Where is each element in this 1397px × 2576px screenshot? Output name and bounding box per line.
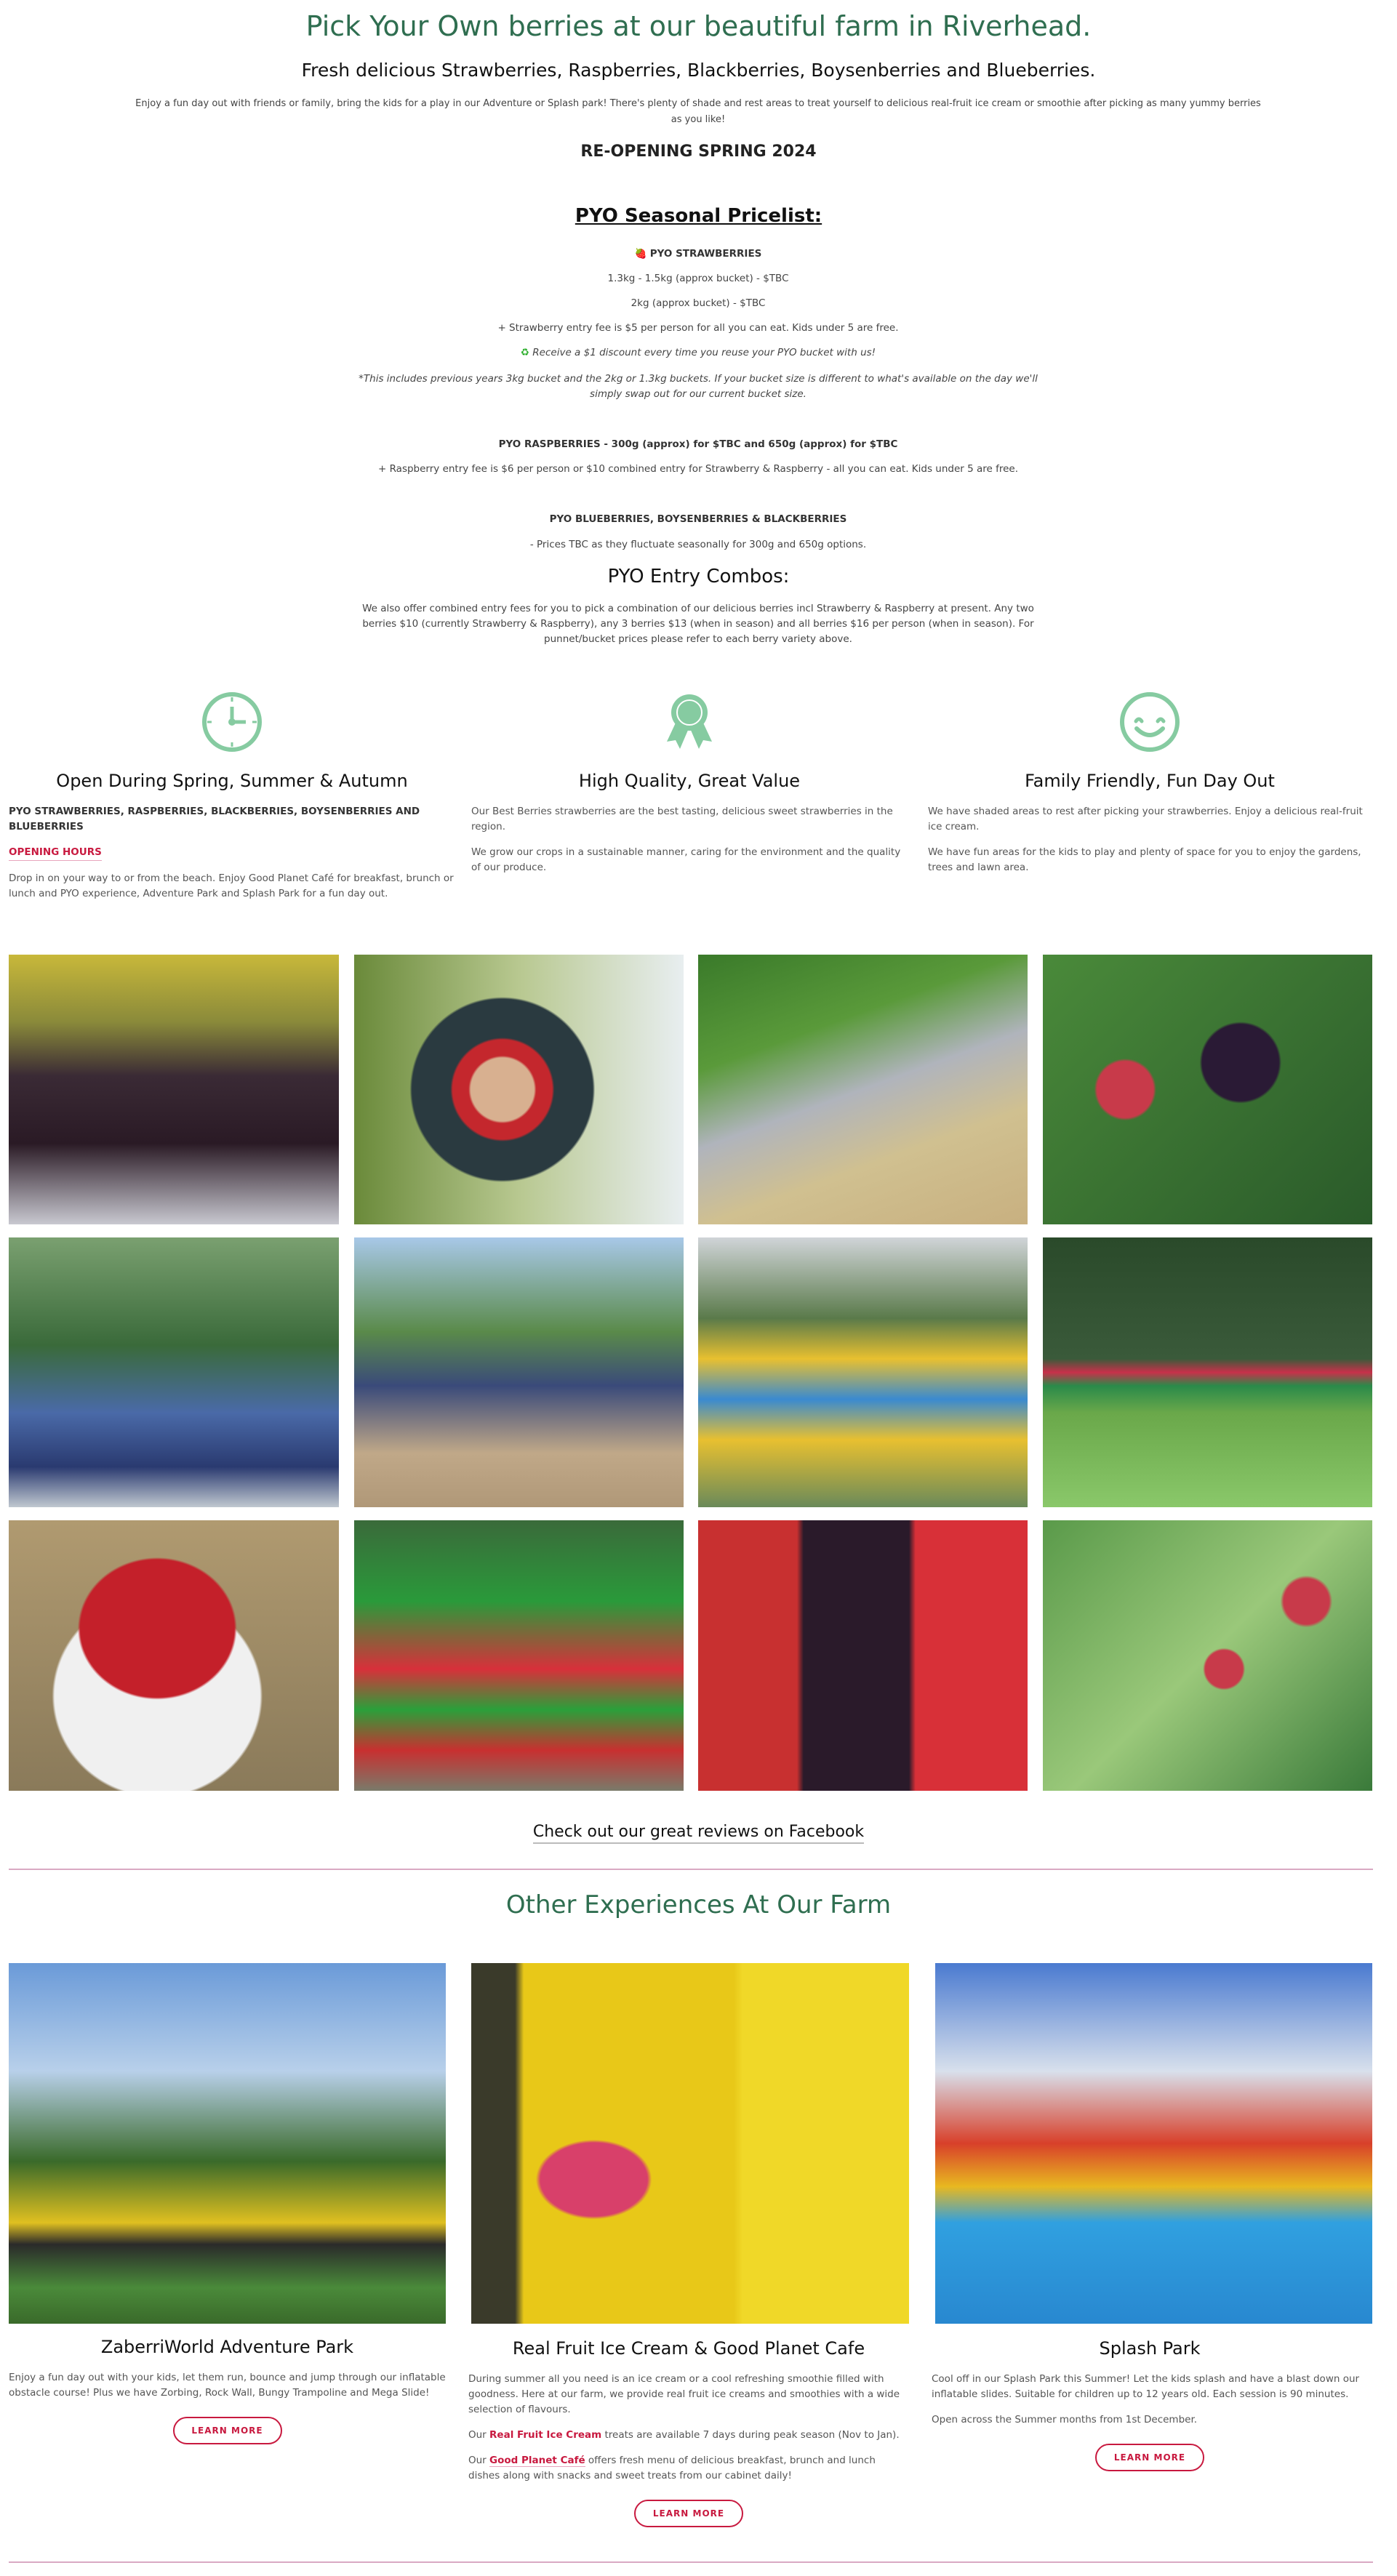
combos-title: PYO Entry Combos: [607, 566, 790, 587]
reopening-notice: RE-OPENING SPRING 2024 [580, 143, 817, 161]
other-berries-heading: PYO BLUEBERRIES, BOYSENBERRIES & BLACKBE… [549, 513, 847, 525]
learn-more-button[interactable]: LEARN MORE [634, 2500, 743, 2527]
feature-text: Drop in on your way to or from the beach… [9, 872, 454, 899]
other-berries-prices: - Prices TBC as they fluctuate seasonall… [529, 539, 867, 550]
gallery-photo[interactable] [9, 1520, 339, 1791]
experience-title: Real Fruit Ice Cream & Good Planet Cafe [512, 2338, 865, 2359]
gallery-photo[interactable] [9, 1237, 339, 1507]
feature-text: We have shaded areas to rest after picki… [928, 806, 1363, 832]
experience-title: Splash Park [1099, 2338, 1201, 2359]
good-planet-cafe-link[interactable]: Good Planet Café [489, 2455, 585, 2467]
page-subtitle: Fresh delicious Strawberries, Raspberrie… [301, 60, 1096, 81]
experience-ice-cream-cafe: Real Fruit Ice Cream & Good Planet Cafe … [468, 2338, 909, 2527]
feature-quality: High Quality, Great Value Our Best Berri… [471, 691, 908, 886]
strawberries-heading: 🍓 PYO STRAWBERRIES [634, 248, 762, 260]
gallery-photo[interactable] [698, 955, 1028, 1224]
gallery-photo[interactable] [698, 1520, 1028, 1791]
learn-more-button[interactable]: LEARN MORE [1095, 2444, 1204, 2471]
section-divider [9, 1869, 1373, 1870]
feature-text: Our Best Berries strawberries are the be… [471, 806, 893, 832]
gallery-photo[interactable] [354, 1237, 684, 1507]
feature-title: Family Friendly, Fun Day Out [1025, 771, 1275, 791]
other-experiences-title: Other Experiences At Our Farm [505, 1890, 892, 1919]
recycle-icon: ♻ [520, 347, 529, 358]
adventure-park-photo[interactable] [9, 1963, 446, 2324]
page-title: Pick Your Own berries at our beautiful f… [305, 10, 1092, 42]
bucket-note: *This includes previous years 3kg bucket… [359, 373, 1038, 400]
experience-text: Cool off in our Splash Park this Summer!… [932, 2373, 1360, 2400]
opening-hours-link[interactable]: OPENING HOURS [9, 845, 102, 861]
pricelist-title: PYO Seasonal Pricelist: [575, 205, 822, 227]
gallery-photo[interactable] [1043, 955, 1372, 1224]
gallery-photo[interactable] [698, 1237, 1028, 1507]
experience-text: Our Good Planet Café offers fresh menu o… [468, 2455, 876, 2481]
strawberry-price-line: 2kg (approx bucket) - $TBC [631, 297, 766, 309]
ice-cream-photo[interactable] [471, 1963, 909, 2324]
experience-text: Our Real Fruit Ice Cream treats are avai… [468, 2429, 900, 2441]
splash-park-photo[interactable] [935, 1963, 1372, 2324]
combos-text: We also offer combined entry fees for yo… [362, 603, 1034, 645]
experience-text: During summer all you need is an ice cre… [468, 2373, 900, 2415]
gallery-photo[interactable] [354, 1520, 684, 1791]
raspberries-heading: PYO RASPBERRIES - 300g (approx) for $TBC… [498, 438, 898, 450]
award-ribbon-icon [667, 694, 712, 749]
section-divider [9, 2561, 1373, 2563]
experience-text: Open across the Summer months from 1st D… [932, 2414, 1198, 2425]
clock-icon [202, 692, 262, 752]
learn-more-button[interactable]: LEARN MORE [172, 2417, 282, 2444]
raspberry-entry-fee: + Raspberry entry fee is $6 per person o… [377, 463, 1019, 475]
bucket-discount: ♻ Receive a $1 discount every time you r… [520, 347, 876, 358]
real-fruit-ice-cream-link[interactable]: Real Fruit Ice Cream [489, 2429, 601, 2441]
gallery-photo[interactable] [1043, 1237, 1372, 1507]
feature-title: High Quality, Great Value [578, 771, 801, 791]
feature-text: We have fun areas for the kids to play a… [928, 846, 1361, 873]
experience-title: ZaberriWorld Adventure Park [100, 2337, 354, 2357]
feature-title: Open During Spring, Summer & Autumn [56, 771, 408, 791]
intro-text: Enjoy a fun day out with friends or fami… [135, 98, 1261, 125]
facebook-reviews-link[interactable]: Check out our great reviews on Facebook [0, 1823, 1397, 1844]
experience-text: Enjoy a fun day out with your kids, let … [9, 2372, 446, 2399]
feature-caps: PYO STRAWBERRIES, RASPBERRIES, BLACKBERR… [9, 806, 420, 832]
gallery-photo[interactable] [1043, 1520, 1372, 1791]
gallery-photo[interactable] [354, 955, 684, 1224]
feature-open-seasons: Open During Spring, Summer & Autumn PYO … [9, 691, 455, 912]
gallery-photo[interactable] [9, 955, 339, 1224]
experience-adventure-park: ZaberriWorld Adventure Park Enjoy a fun … [9, 2337, 446, 2444]
strawberry-price-line: 1.3kg - 1.5kg (approx bucket) - $TBC [607, 273, 789, 284]
feature-text: We grow our crops in a sustainable manne… [471, 846, 901, 873]
strawberry-entry-fee: + Strawberry entry fee is $5 per person … [497, 322, 899, 334]
strawberry-icon: 🍓 [634, 248, 647, 260]
feature-family: Family Friendly, Fun Day Out We have sha… [928, 691, 1372, 886]
smiley-face-icon [1120, 692, 1180, 752]
experience-splash-park: Splash Park Cool off in our Splash Park … [932, 2338, 1368, 2471]
